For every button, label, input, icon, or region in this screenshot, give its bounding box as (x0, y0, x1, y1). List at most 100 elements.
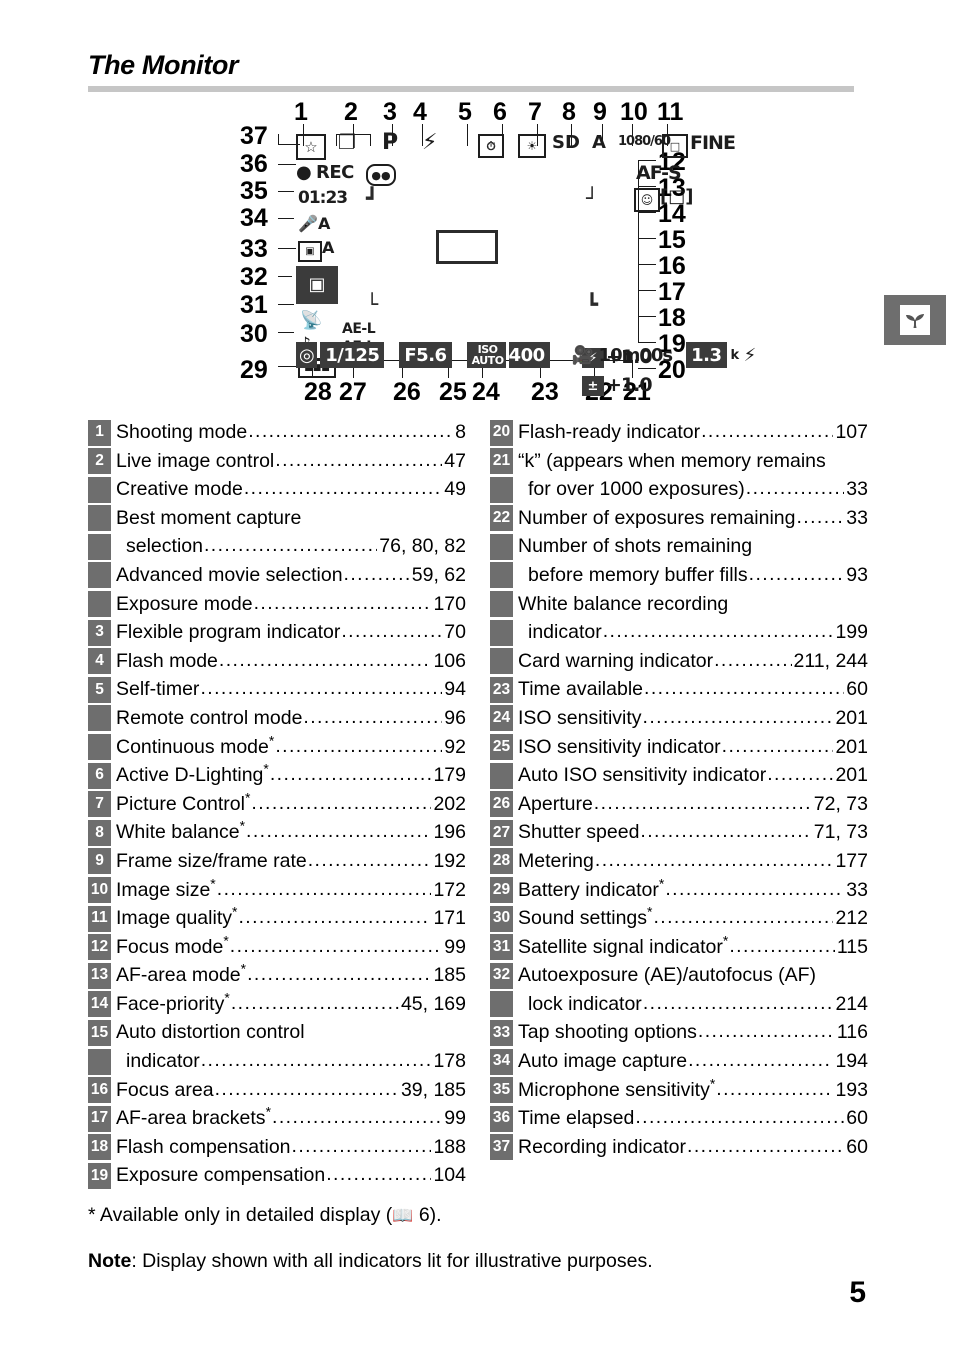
af-area-bracket-top-left: ┛ (366, 186, 379, 210)
legend-page-ref: 92 (444, 735, 466, 758)
callout-27: 27 (339, 378, 367, 406)
satellite-icon: 📡 (300, 310, 323, 331)
leader-dots: ........................................… (230, 991, 399, 1014)
legend-page-ref: 47 (444, 449, 466, 472)
footnote-detailed-display: * Available only in detailed display (📖 … (88, 1204, 442, 1227)
legend-row: 24 ISO sensitivity.......................… (490, 704, 868, 733)
legend-entry: Shutter speed...........................… (518, 818, 868, 847)
legend-page-ref: 93 (846, 563, 868, 586)
legend-page-ref: 71, 73 (813, 821, 868, 844)
legend-entry: Recording indicator.....................… (518, 1133, 868, 1162)
leader-dots: ........................................… (796, 505, 845, 528)
footnote-marker: * (268, 732, 275, 749)
legend-badge-continuation (88, 1048, 111, 1075)
legend-page-ref: 172 (433, 878, 466, 901)
legend-row: 23 Time available........................… (490, 675, 868, 704)
legend-row: Best moment capture.....................… (88, 504, 466, 533)
legend-page-ref: 8 (455, 421, 466, 443)
legend-entry: Picture Control*........................… (116, 790, 466, 819)
footnote-marker: * (709, 1075, 716, 1092)
callout-33: 33 (240, 235, 268, 263)
legend-entry: Autoexposure (AE)/autofocus (AF)........… (518, 961, 868, 990)
legend-label: Exposure compensation (116, 1164, 326, 1187)
legend-badge-3: 3 (88, 619, 111, 646)
legend-page-ref: 116 (836, 1021, 868, 1044)
legend-row: lock indicator..........................… (490, 990, 868, 1019)
legend-badge-15: 15 (88, 1019, 111, 1046)
auto-capture-icon: ▣ (298, 241, 322, 262)
legend-row: Exposure mode...........................… (88, 590, 466, 619)
legend-row: 17 AF-area brackets*.....................… (88, 1104, 466, 1133)
leader-dots: ........................................… (248, 420, 453, 442)
legend-page-ref: 177 (835, 849, 868, 872)
legend-badge-continuation (88, 705, 111, 732)
iso-label: ISO AUTO (466, 342, 506, 368)
legend-badge-8: 8 (88, 819, 111, 846)
legend-entry: ISO sensitivity.........................… (518, 704, 868, 733)
leader-dots: ........................................… (745, 477, 845, 500)
legend-badge-11: 11 (88, 905, 111, 932)
legend-label: Time elapsed (518, 1107, 635, 1130)
legend-row: 28 Metering..............................… (490, 847, 868, 876)
callout-31: 31 (240, 291, 268, 319)
legend-label: Continuous mode* (116, 732, 275, 758)
callout-2: 2 (344, 98, 358, 126)
picture-control-indicator: SD (552, 132, 580, 153)
legend-badge-12: 12 (88, 934, 111, 961)
legend-badge-18: 18 (88, 1134, 111, 1161)
legend-row: 16Focus area............................… (88, 1076, 466, 1105)
legend-row: 14 Face-priority*........................… (88, 990, 466, 1019)
leader-dots: ........................................… (343, 562, 410, 585)
legend-entry: Auto ISO sensitivity indicator..........… (518, 761, 868, 790)
legend-badge-31: 31 (490, 934, 513, 961)
legend-page-ref: 107 (835, 421, 868, 443)
footnote-marker: * (223, 932, 229, 949)
legend-label: Image quality* (116, 904, 238, 930)
legend-badge-30: 30 (490, 905, 513, 932)
callout-16: 16 (658, 252, 686, 280)
legend-badge-continuation (88, 591, 111, 618)
leader-dots: ........................................… (275, 734, 442, 757)
leader-dots: ........................................… (714, 648, 791, 671)
footnote-marker: * (224, 989, 230, 1006)
legend-page-ref: 178 (433, 1050, 466, 1073)
legend-entry: Microphone sensitivity*.................… (518, 1076, 868, 1105)
legend-badge-4: 4 (88, 648, 111, 675)
legend-entry: selection...............................… (116, 532, 466, 561)
legend-entry: Battery indicator*......................… (518, 876, 868, 905)
legend-badge-27: 27 (490, 819, 513, 846)
legend-label: Creative mode (116, 478, 243, 501)
legend-column-left: 1 Shooting mode..........................… (88, 418, 466, 1190)
legend-badge-23: 23 (490, 676, 513, 703)
legend-entry: Auto distortion control.................… (116, 1018, 466, 1047)
leader-dots: ........................................… (200, 1049, 432, 1072)
legend-page-ref: 171 (433, 907, 466, 930)
legend-page-ref: 94 (444, 678, 466, 701)
leader-dots: ........................................… (748, 562, 845, 585)
face-priority-icon: ☺ (634, 188, 660, 212)
legend-entry: Tap shooting options....................… (518, 1018, 868, 1047)
legend-page-ref: 185 (433, 964, 466, 987)
legend-entry: Flash compensation......................… (116, 1133, 466, 1162)
leader-dots: ........................................… (341, 620, 443, 643)
focus-area-box (436, 230, 498, 264)
self-timer-icon: ⏱ (478, 134, 504, 158)
leader-dots: ........................................… (303, 705, 442, 728)
legend-column-right: 20 Flash-ready indicator.................… (490, 418, 868, 1161)
callout-29: 29 (240, 356, 268, 384)
legend-badge-14: 14 (88, 991, 111, 1018)
recording-dot-icon: ● (296, 162, 312, 183)
legend-label: “k” (appears when memory remains (518, 449, 826, 472)
callout-23: 23 (531, 378, 559, 406)
sprout-icon (900, 305, 930, 335)
legend-badge-28: 28 (490, 848, 513, 875)
legend-row: 36 Time elapsed..........................… (490, 1104, 868, 1133)
camera-lcd-display: ☆ ❐ P ⚡ ⏱ ☀ SD A 1080/60 □ FINE ● REC ●●… (296, 126, 736, 396)
footnote-marker: * (210, 875, 216, 891)
legend-page-ref: 45, 169 (400, 992, 466, 1015)
legend-page-ref: 106 (433, 649, 466, 672)
movie-camera-icon: 🎥 (571, 344, 594, 366)
footnote-marker: * (265, 1104, 272, 1120)
leader-dots: ........................................… (253, 591, 432, 614)
exposure-compensation-icon: ± (582, 376, 604, 396)
